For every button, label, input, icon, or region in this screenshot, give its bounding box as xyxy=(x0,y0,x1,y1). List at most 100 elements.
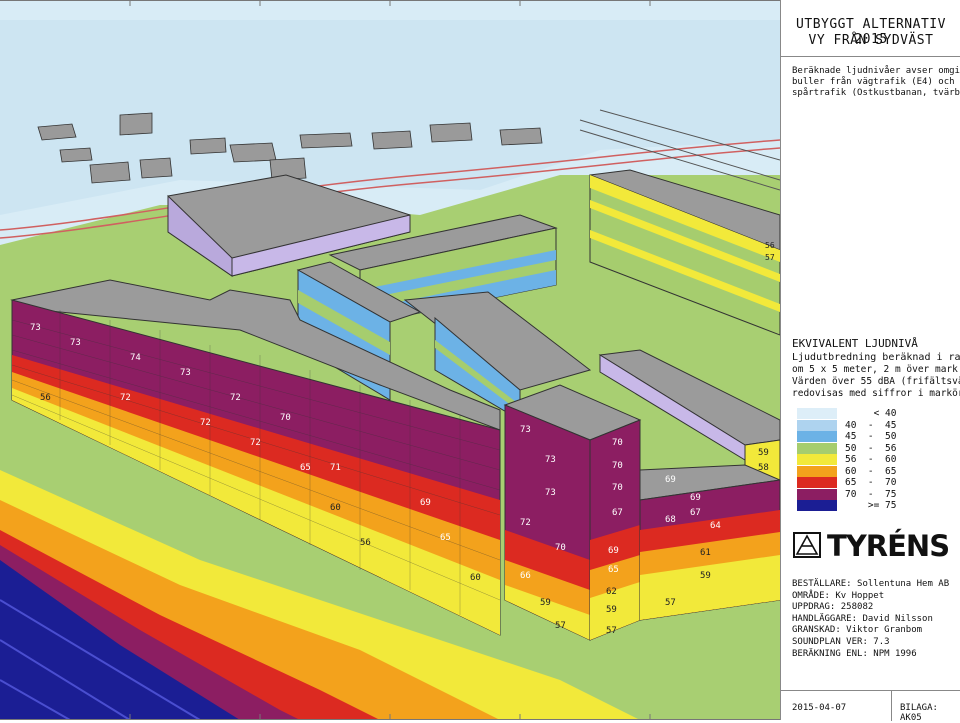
map-label: 59 xyxy=(758,448,769,458)
legend-swatch xyxy=(797,442,837,454)
map-label: 73 xyxy=(70,338,81,348)
map-label: 66 xyxy=(520,571,531,581)
map-label: 69 xyxy=(420,498,431,508)
map-label: 72 xyxy=(520,518,531,528)
map-label: 56 xyxy=(40,393,51,403)
building-front-corner: 73 73 73 72 70 66 59 57 70 70 70 69 67 6… xyxy=(503,384,642,641)
drawing-sheet: 56 57 59 58 56 xyxy=(0,0,960,723)
description-text: Beräknade ljudnivåer avser omgivnings- b… xyxy=(792,66,960,99)
footer-box: 2015-04-07 BILAGA: AK05 xyxy=(781,690,960,723)
map-label: 73 xyxy=(30,323,41,333)
noise-map-graphic: 56 57 59 58 56 xyxy=(0,0,780,720)
map-label: 65 xyxy=(608,565,619,575)
legend-label: 45 - 50 xyxy=(845,431,897,442)
map-label: 72 xyxy=(250,438,261,448)
footer-divider xyxy=(891,691,892,721)
map-label: 70 xyxy=(612,483,623,493)
legend-row: 56 - 60 xyxy=(797,454,957,465)
map-label: 73 xyxy=(545,488,556,498)
legend-description-line: Ljudutbredning beräknad i raster xyxy=(792,352,960,363)
legend-swatch xyxy=(797,477,837,488)
map-label: 59 xyxy=(606,605,617,615)
meta-area: OMRÅDE: Kv Hoppet xyxy=(792,590,885,601)
map-label: 69 xyxy=(690,493,701,503)
map-label: 72 xyxy=(230,393,241,403)
map-label: 57 xyxy=(555,621,566,631)
legend-swatch xyxy=(797,488,837,500)
meta-client: BESTÄLLARE: Sollentuna Hem AB xyxy=(792,579,950,589)
map-label: 73 xyxy=(545,455,556,465)
map-label: 73 xyxy=(520,425,531,435)
building-right-block: 69 69 68 67 64 61 59 57 xyxy=(639,464,780,621)
map-label: 72 xyxy=(120,393,131,403)
legend-description-line: redovisas med siffror i markör. xyxy=(792,388,960,399)
legend-description-line: om 5 x 5 meter, 2 m över mark. xyxy=(792,364,960,375)
map-label: 59 xyxy=(540,598,551,608)
map-label: 68 xyxy=(665,515,676,525)
map-label: 59 xyxy=(700,571,711,581)
legend-row: >= 75 xyxy=(797,500,957,511)
legend-row: < 40 xyxy=(797,408,957,419)
legend-row: 45 - 50 xyxy=(797,431,957,442)
map-label: 57 xyxy=(665,598,676,608)
map-label: 60 xyxy=(330,503,341,513)
map-label: 70 xyxy=(555,543,566,553)
map-label: 73 xyxy=(180,368,191,378)
legend-description-line: Värden över 55 dBA (frifältsvärde) xyxy=(792,376,960,387)
legend-swatch xyxy=(797,454,837,465)
description-line: spårtrafik (Ostkustbanan, tvärbanan). xyxy=(792,88,960,98)
map-label: 56 xyxy=(360,538,371,548)
legend-label: 50 - 56 xyxy=(845,442,897,454)
map-label: 69 xyxy=(608,546,619,556)
title-box: UTBYGGT ALTERNATIV 2015 VY FRÅN SYDVÄST xyxy=(781,0,960,57)
project-metadata: BESTÄLLARE: Sollentuna Hem AB OMRÅDE: Kv… xyxy=(792,579,949,660)
company-logo: TYRÉNS xyxy=(793,530,953,562)
legend-swatch xyxy=(797,431,837,442)
color-legend: < 40 40 - 45 45 - 50 50 - 56 56 - 60 60 - 65 6… xyxy=(797,408,957,512)
map-label: 70 xyxy=(612,438,623,448)
meta-software: SOUNDPLAN VER: 7.3 xyxy=(792,636,890,647)
legend-heading: EKVIVALENT LJUDNIVÅ xyxy=(792,337,918,350)
logo-wordmark: TYRÉNS xyxy=(827,529,950,563)
legend-label: 65 - 70 xyxy=(845,477,897,488)
map-label: 74 xyxy=(130,353,141,363)
title-block-panel: UTBYGGT ALTERNATIV 2015 VY FRÅN SYDVÄST … xyxy=(780,0,960,723)
map-label: 64 xyxy=(710,521,721,531)
map-label: 62 xyxy=(606,587,617,597)
legend-label: 60 - 65 xyxy=(845,465,897,477)
map-label: 69 xyxy=(665,475,676,485)
map-label: 70 xyxy=(612,461,623,471)
legend-description: Ljudutbredning beräknad i raster om 5 x … xyxy=(792,352,960,400)
drawing-date: 2015-04-07 xyxy=(792,703,847,713)
legend-label: 56 - 60 xyxy=(845,454,897,465)
legend-label: < 40 xyxy=(845,408,897,419)
map-label: 67 xyxy=(690,508,701,518)
legend-swatch xyxy=(797,500,837,511)
legend-row: 50 - 56 xyxy=(797,442,957,454)
map-label: 57 xyxy=(606,626,617,636)
legend-swatch xyxy=(797,419,837,431)
map-label: 72 xyxy=(200,418,211,428)
map-label: 61 xyxy=(700,548,711,558)
legend-row: 60 - 65 xyxy=(797,465,957,477)
meta-assignment: UPPDRAG: 258082 xyxy=(792,602,874,613)
logo-icon xyxy=(793,532,821,558)
map-label: 56 xyxy=(765,241,775,250)
map-label: 65 xyxy=(440,533,451,543)
meta-reviewer: GRANSKAD: Viktor Granbom xyxy=(792,625,923,636)
map-label: 70 xyxy=(280,413,291,423)
map-label: 60 xyxy=(470,573,481,583)
meta-handler: HANDLÄGGARE: David Nilsson xyxy=(792,613,933,624)
legend-row: 40 - 45 xyxy=(797,419,957,431)
legend-row: 65 - 70 xyxy=(797,477,957,488)
description-line: Beräknade ljudnivåer avser omgivnings- xyxy=(792,66,960,76)
noise-map-3d-view: 56 57 59 58 56 xyxy=(0,0,780,720)
drawing-subtitle: VY FRÅN SYDVÄST xyxy=(808,33,934,48)
legend-label: >= 75 xyxy=(845,500,897,511)
legend-label: 40 - 45 xyxy=(845,419,897,431)
meta-method: BERÄKNING ENL: NPM 1996 xyxy=(792,648,917,659)
map-label: 67 xyxy=(612,508,623,518)
legend-swatch xyxy=(797,408,837,419)
legend-swatch xyxy=(797,465,837,477)
map-label: 71 xyxy=(330,463,341,473)
